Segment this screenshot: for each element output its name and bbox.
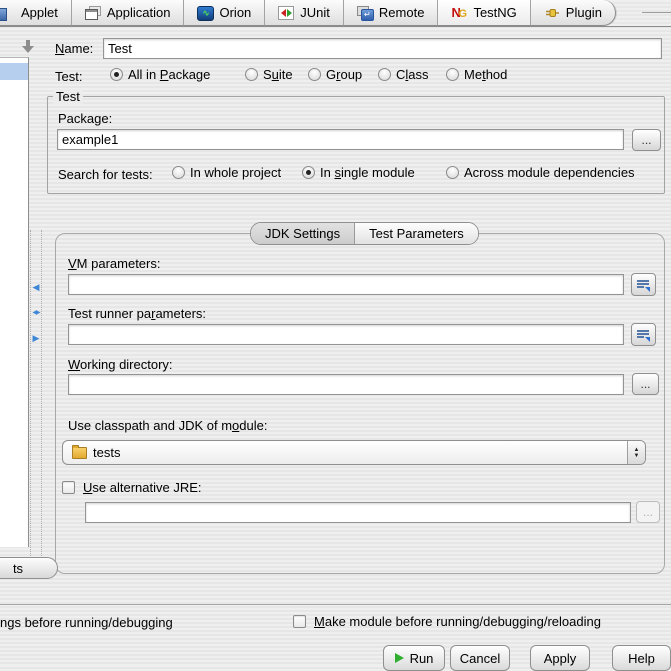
applet-icon	[0, 6, 15, 20]
vm-parameters-input[interactable]	[68, 274, 624, 295]
alternative-jre-input[interactable]	[85, 502, 631, 523]
tab-test-parameters[interactable]: Test Parameters	[354, 223, 478, 244]
make-module-checkbox[interactable]	[293, 615, 306, 628]
remote-icon: ↵	[357, 6, 373, 20]
configurations-list[interactable]	[0, 57, 29, 547]
use-alternative-jre-label[interactable]: Use alternative JRE:	[83, 480, 202, 495]
tab-label: Plugin	[566, 5, 602, 20]
alternative-jre-browse-button: ...	[636, 501, 660, 523]
vm-parameters-label: VM parameters:	[68, 256, 160, 271]
package-input[interactable]	[57, 129, 624, 150]
radio-dot	[245, 68, 258, 81]
radio-in-whole-project[interactable]: In whole project	[172, 165, 281, 180]
tab-junit[interactable]: JUnit	[265, 0, 344, 26]
test-type-label: Test:	[55, 69, 82, 84]
cancel-button[interactable]: Cancel	[450, 645, 510, 671]
radio-dot	[446, 68, 459, 81]
radio-dot	[172, 166, 185, 179]
tab-orion[interactable]: ∿ Orion	[184, 0, 265, 26]
play-icon	[395, 653, 404, 663]
junit-icon	[278, 6, 294, 20]
selected-configuration-row[interactable]	[0, 63, 28, 80]
tabstrip-tail-line	[642, 12, 671, 13]
radio-label: In single module	[320, 165, 415, 180]
runner-expand-editor-button[interactable]	[631, 323, 656, 346]
tab-plugin[interactable]: Plugin	[531, 0, 616, 26]
expand-editor-icon	[637, 279, 650, 291]
application-icon	[85, 6, 101, 20]
ellipsis-icon: ...	[643, 505, 653, 519]
radio-all-in-package[interactable]: All in Package	[110, 67, 210, 82]
test-runner-parameters-input[interactable]	[68, 324, 624, 345]
move-down-icon[interactable]	[22, 40, 34, 54]
run-button[interactable]: Run	[383, 645, 445, 671]
tab-applet[interactable]: Applet	[0, 0, 72, 26]
working-directory-label: Working directory:	[68, 357, 173, 372]
settings-tabs: JDK Settings Test Parameters	[250, 222, 479, 245]
radio-group[interactable]: Group	[308, 67, 362, 82]
radio-suite[interactable]: Suite	[245, 67, 293, 82]
radio-label: Suite	[263, 67, 293, 82]
tab-label: Application	[107, 5, 171, 20]
radio-label: Method	[464, 67, 507, 82]
radio-dot	[446, 166, 459, 179]
tab-label: Applet	[21, 5, 58, 20]
module-selected-value: tests	[93, 445, 120, 460]
test-groupbox-title: Test	[53, 89, 83, 104]
radio-dot	[302, 166, 315, 179]
tab-remote[interactable]: ↵ Remote	[344, 0, 439, 26]
test-runner-parameters-label: Test runner parameters:	[68, 306, 206, 321]
tab-application[interactable]: Application	[72, 0, 185, 26]
radio-label: Class	[396, 67, 429, 82]
search-for-tests-label: Search for tests:	[58, 167, 153, 182]
config-type-tabstrip: Applet Application ∿ Orion JUnit ↵ Remot…	[0, 0, 671, 27]
tab-testng[interactable]: NG TestNG	[438, 0, 530, 26]
make-module-label[interactable]: Make module before running/debugging/rel…	[314, 614, 601, 629]
ellipsis-icon: ...	[641, 133, 651, 147]
use-alternative-jre-checkbox[interactable]	[62, 481, 75, 494]
radio-dot	[110, 68, 123, 81]
module-classpath-label: Use classpath and JDK of module:	[68, 418, 267, 433]
testng-icon: NG	[451, 6, 467, 20]
working-directory-browse-button[interactable]: ...	[632, 373, 659, 395]
radio-across-module-dependencies[interactable]: Across module dependencies	[446, 165, 635, 180]
module-combobox[interactable]: tests ▲ ▼	[62, 440, 646, 465]
footer-divider	[0, 604, 671, 605]
tab-label: Remote	[379, 5, 425, 20]
tab-label: TestNG	[473, 5, 516, 20]
splitter-collapse-right-icon[interactable]: ▶	[31, 334, 41, 343]
name-label: Name:	[55, 41, 93, 56]
help-button[interactable]: Help	[612, 645, 671, 671]
radio-class[interactable]: Class	[378, 67, 429, 82]
splitter-handle[interactable]: ◀ ◀▶ ▶	[30, 230, 42, 578]
ellipsis-icon: ...	[640, 377, 650, 391]
radio-label: In whole project	[190, 165, 281, 180]
orion-icon: ∿	[197, 6, 213, 20]
radio-label: All in Package	[128, 67, 210, 82]
radio-method[interactable]: Method	[446, 67, 507, 82]
plugin-icon	[544, 6, 560, 20]
defaults-button[interactable]: ts	[0, 557, 58, 579]
module-folder-icon	[72, 447, 87, 459]
display-settings-text-fragment: ngs before running/debugging	[0, 615, 173, 630]
radio-dot	[378, 68, 391, 81]
stepper-down-icon: ▼	[634, 453, 640, 459]
combo-stepper[interactable]: ▲ ▼	[627, 441, 645, 464]
radio-label: Across module dependencies	[464, 165, 635, 180]
radio-in-single-module[interactable]: In single module	[302, 165, 415, 180]
tab-jdk-settings[interactable]: JDK Settings	[251, 223, 354, 244]
name-input[interactable]	[103, 38, 662, 59]
vm-expand-editor-button[interactable]	[631, 273, 656, 296]
splitter-collapse-both-icon[interactable]: ◀▶	[31, 309, 41, 318]
splitter-collapse-left-icon[interactable]: ◀	[31, 283, 41, 292]
tab-label: Orion	[219, 5, 251, 20]
working-directory-input[interactable]	[68, 374, 624, 395]
radio-dot	[308, 68, 321, 81]
radio-label: Group	[326, 67, 362, 82]
apply-button[interactable]: Apply	[530, 645, 590, 671]
package-browse-button[interactable]: ...	[632, 129, 661, 151]
tab-label: JUnit	[300, 5, 330, 20]
package-label: Package:	[58, 111, 112, 126]
expand-editor-icon	[637, 329, 650, 341]
